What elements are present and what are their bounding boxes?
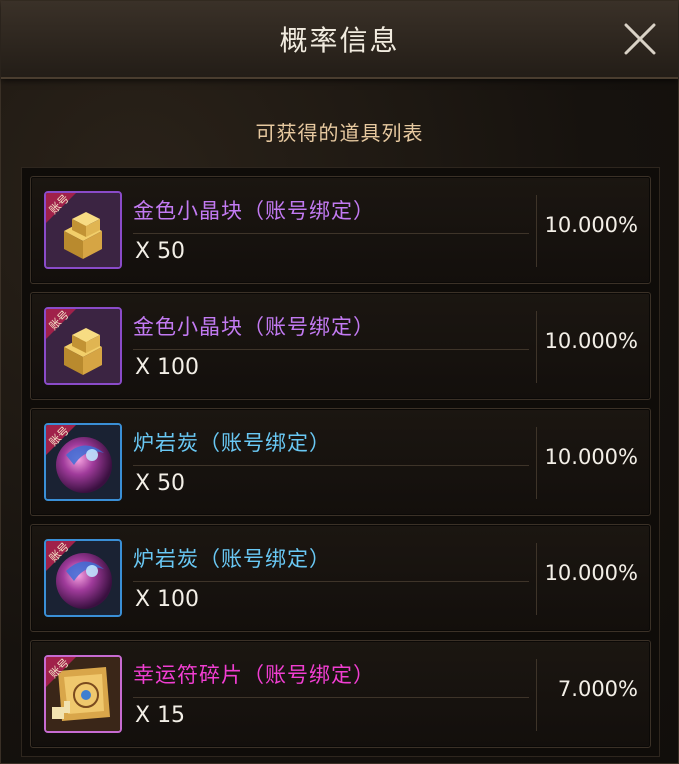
item-name: 金色小晶块（账号绑定） bbox=[133, 315, 375, 339]
lucky-charm-fragment-icon: 账号 bbox=[44, 655, 122, 733]
list-subtitle: 可获得的道具列表 bbox=[255, 121, 424, 145]
item-probability: 7.000% bbox=[557, 677, 638, 701]
item-probability: 10.000% bbox=[544, 561, 638, 585]
divider bbox=[536, 311, 537, 383]
list-item: 账号 幸运符碎片（账号绑定） X 15 7.000% bbox=[30, 640, 651, 748]
divider bbox=[133, 697, 529, 698]
divider bbox=[133, 465, 529, 466]
close-icon[interactable] bbox=[620, 19, 660, 59]
lava-coal-orb-icon: 账号 bbox=[44, 423, 122, 501]
item-name: 炉岩炭（账号绑定） bbox=[133, 431, 331, 455]
gold-crystal-icon: 账号 bbox=[44, 191, 122, 269]
list-item: 账号 金色小晶块（账号绑定） X 100 10.000% bbox=[30, 292, 651, 400]
divider bbox=[133, 349, 529, 350]
item-name: 炉岩炭（账号绑定） bbox=[133, 547, 331, 571]
lava-coal-orb-icon: 账号 bbox=[44, 539, 122, 617]
list-item: 账号 炉岩炭（账号绑定） X 100 10.000% bbox=[30, 524, 651, 632]
item-quantity: X 100 bbox=[135, 355, 200, 380]
divider bbox=[536, 659, 537, 731]
item-quantity: X 50 bbox=[135, 471, 186, 496]
item-name: 金色小晶块（账号绑定） bbox=[133, 199, 375, 223]
item-quantity: X 100 bbox=[135, 587, 200, 612]
list-item: 账号 金色小晶块（账号绑定） X 50 10.000% bbox=[30, 176, 651, 284]
item-quantity: X 15 bbox=[135, 703, 186, 728]
divider bbox=[133, 233, 529, 234]
item-list[interactable]: 账号 金色小晶块（账号绑定） X 50 10.000% 账号 金色小晶块（账号绑… bbox=[21, 167, 660, 757]
gold-crystal-icon: 账号 bbox=[44, 307, 122, 385]
item-probability: 10.000% bbox=[544, 213, 638, 237]
list-item: 账号 炉岩炭（账号绑定） X 50 10.000% bbox=[30, 408, 651, 516]
divider bbox=[536, 543, 537, 615]
dialog-titlebar: 概率信息 bbox=[1, 1, 678, 79]
divider bbox=[133, 581, 529, 582]
item-probability: 10.000% bbox=[544, 329, 638, 353]
item-quantity: X 50 bbox=[135, 239, 186, 264]
item-probability: 10.000% bbox=[544, 445, 638, 469]
probability-dialog: 概率信息 可获得的道具列表 账号 金色小晶块（账号绑定） X 50 10.000… bbox=[0, 0, 679, 764]
divider bbox=[536, 427, 537, 499]
dialog-title: 概率信息 bbox=[279, 24, 400, 57]
item-name: 幸运符碎片（账号绑定） bbox=[133, 663, 375, 687]
divider bbox=[536, 195, 537, 267]
